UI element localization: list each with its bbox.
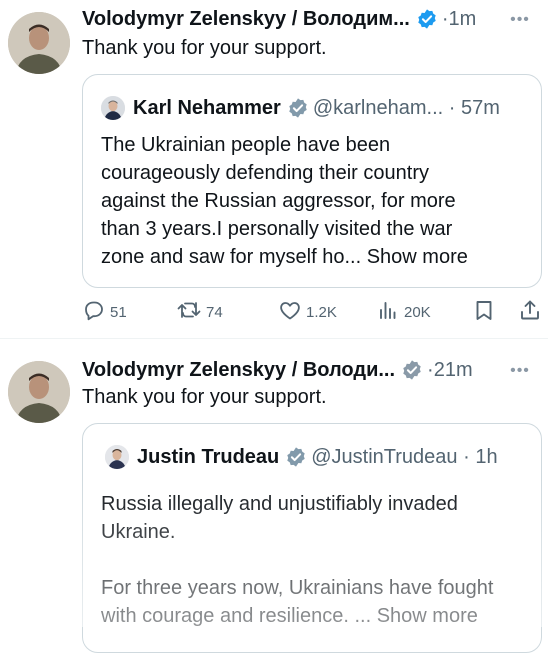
tweet-text: Thank you for your support. (82, 386, 327, 408)
repost-button[interactable]: 74 (176, 298, 223, 326)
more-icon[interactable]: ••• (508, 10, 532, 30)
tweet-header: Volodymyr Zelenskyy / Володи... ·21m (82, 355, 473, 385)
like-count: 1.2K (306, 303, 337, 321)
tweet-text: Thank you for your support. (82, 37, 327, 59)
quoted-text-line: Russia illegally and unjustifiably invad… (101, 493, 458, 515)
reply-icon (82, 298, 110, 326)
show-more-link[interactable]: Show more (367, 246, 468, 268)
verified-icon (285, 446, 307, 468)
like-button[interactable]: 1.2K (278, 298, 337, 326)
more-icon[interactable]: ••• (508, 361, 532, 381)
share-button[interactable] (518, 298, 546, 326)
verified-icon (416, 8, 438, 30)
quoted-text-fragment: with courage and resilience. ... (101, 605, 372, 627)
tweet-time[interactable]: ·1m (442, 8, 476, 31)
tweet-header: Volodymyr Zelenskyy / Володим... ·1m (82, 4, 476, 34)
bookmark-button[interactable] (472, 298, 500, 326)
tweet[interactable]: Volodymyr Zelenskyy / Володи... ·21m •••… (0, 339, 548, 653)
quoted-tweet-text: The Ukrainian people have been courageou… (101, 131, 531, 271)
repost-icon (176, 298, 206, 326)
verified-icon (287, 97, 309, 119)
repost-count: 74 (206, 303, 223, 321)
tweet-time[interactable]: ·21m (427, 359, 473, 382)
quoted-text-line: The Ukrainian people have been (101, 134, 391, 156)
quoted-handle-time: @karlneham... · 57m (312, 96, 500, 119)
quoted-text-line: than 3 years.I personally visited the wa… (101, 218, 453, 240)
quoted-text-line: courageously defending their country (101, 162, 429, 184)
author-name[interactable]: Volodymyr Zelenskyy / Володим... (82, 8, 410, 31)
quoted-author-name[interactable]: Karl Nehammer (133, 97, 281, 120)
bookmark-icon (472, 298, 500, 326)
author-name[interactable]: Volodymyr Zelenskyy / Володи... (82, 359, 395, 382)
quoted-text-line: zone and saw for myself ho... Show more (101, 243, 531, 271)
quoted-author-name[interactable]: Justin Trudeau (137, 446, 279, 469)
tweet[interactable]: Volodymyr Zelenskyy / Володим... ·1m •••… (0, 0, 548, 339)
quoted-text-line: Ukraine. (101, 521, 176, 543)
quoted-tweet-header: Justin Trudeau @JustinTrudeau · 1h (105, 442, 498, 472)
avatar[interactable] (8, 12, 70, 74)
quoted-text-spacer (101, 546, 531, 574)
quoted-text-line: For three years now, Ukrainians have fou… (101, 577, 494, 599)
avatar (101, 96, 125, 120)
quoted-tweet[interactable]: Karl Nehammer @karlneham... · 57m The Uk… (82, 74, 542, 288)
tweet-actions: 51 74 1.2K 20K (82, 298, 542, 326)
avatar[interactable] (8, 361, 70, 423)
views-count: 20K (404, 303, 431, 321)
reply-count: 51 (110, 303, 127, 321)
avatar (105, 445, 129, 469)
show-more-link[interactable]: Show more (377, 605, 478, 627)
reply-button[interactable]: 51 (82, 298, 127, 326)
quoted-text-line: against the Russian aggressor, for more (101, 190, 456, 212)
share-icon (518, 298, 546, 326)
like-icon (278, 298, 306, 326)
views-button[interactable]: 20K (376, 298, 431, 326)
quoted-tweet-text: Russia illegally and unjustifiably invad… (101, 490, 531, 630)
views-icon (376, 298, 404, 326)
quoted-text-fragment: zone and saw for myself ho... (101, 246, 362, 268)
verified-icon (401, 359, 423, 381)
quoted-tweet-header: Karl Nehammer @karlneham... · 57m (101, 93, 500, 123)
quoted-tweet[interactable]: Justin Trudeau @JustinTrudeau · 1h Russi… (82, 423, 542, 653)
quoted-handle-time: @JustinTrudeau · 1h (311, 445, 498, 468)
